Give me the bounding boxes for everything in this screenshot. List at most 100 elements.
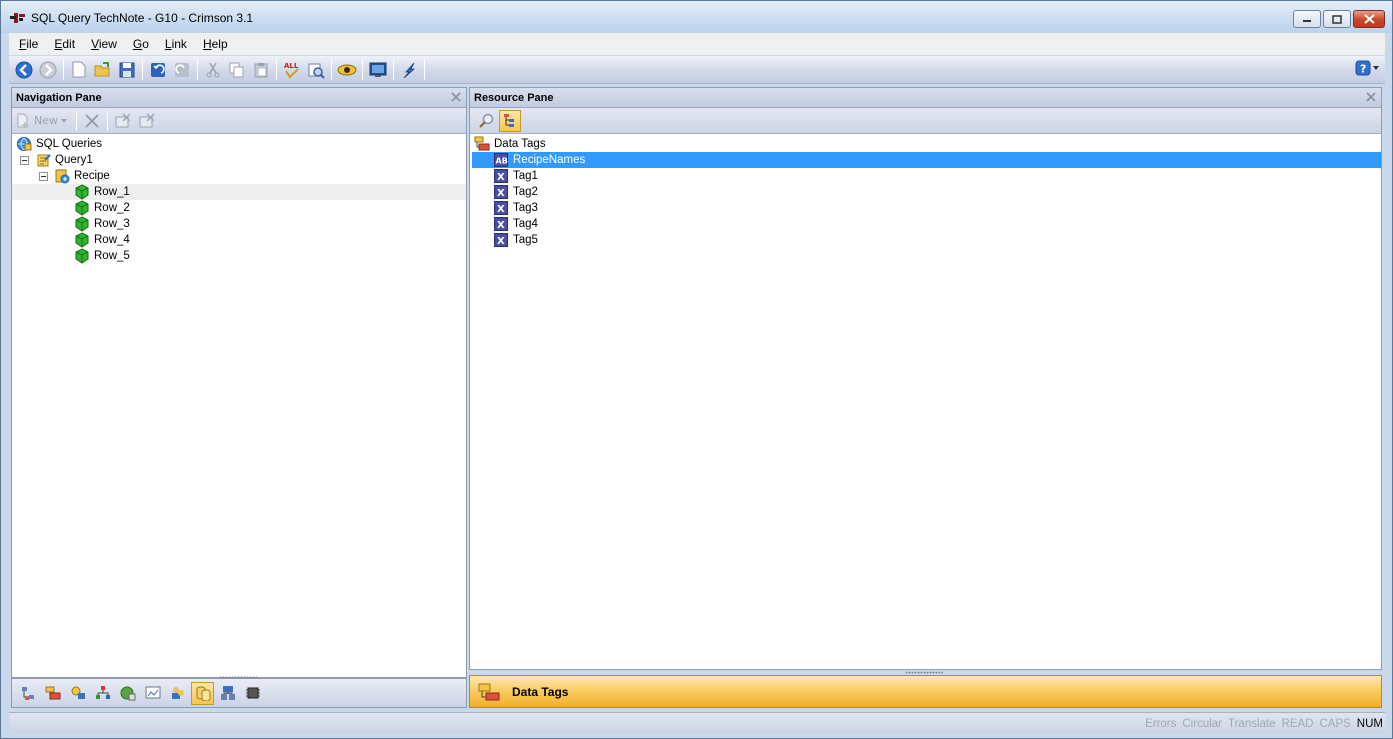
minimize-button[interactable]	[1293, 10, 1321, 28]
menu-view[interactable]: View	[83, 37, 125, 51]
resource-splitter-grip[interactable]	[905, 671, 943, 674]
title-bar: SQL Query TechNote - G10 - Crimson 3.1	[1, 1, 1392, 33]
status-errors[interactable]: Errors	[1145, 718, 1176, 730]
expand-all-button[interactable]	[136, 110, 158, 132]
redo-button[interactable]	[171, 59, 193, 81]
menu-edit[interactable]: Edit	[46, 37, 83, 51]
category-modules-button[interactable]	[241, 682, 264, 705]
svg-text:X: X	[497, 204, 505, 215]
tree-node-tag1[interactable]: X Tag1	[493, 168, 538, 184]
svg-text:AB: AB	[496, 157, 508, 166]
resource-search-button[interactable]	[475, 110, 497, 132]
tree-node-row-5[interactable]: Row_5	[74, 248, 130, 264]
status-caps: CAPS	[1319, 717, 1351, 730]
category-comms-button[interactable]	[16, 682, 39, 705]
category-security-button[interactable]	[116, 682, 139, 705]
numeric-tag-icon: X	[493, 216, 509, 232]
toolbar-separator	[393, 59, 394, 80]
link-send-button[interactable]	[398, 59, 420, 81]
category-display-pages-button[interactable]	[141, 682, 164, 705]
resource-category-button[interactable]: Data Tags	[469, 675, 1382, 708]
communications-icon	[21, 687, 34, 700]
tree-node-tag4[interactable]: X Tag4	[493, 216, 538, 232]
undo-button[interactable]	[147, 59, 169, 81]
resource-toolbar	[470, 108, 1381, 134]
new-item-button[interactable]: New	[16, 113, 67, 129]
svg-text:?: ?	[1360, 63, 1366, 76]
crimson-app-icon	[10, 13, 25, 23]
tree-node-query1[interactable]: Query1	[20, 152, 93, 168]
menu-link[interactable]: Link	[157, 37, 195, 51]
tree-node-row-3[interactable]: Row_3	[74, 216, 130, 232]
tree-node-label: Query1	[55, 154, 93, 166]
toolbar-separator	[424, 59, 425, 80]
svg-text:X: X	[497, 188, 505, 199]
find-button[interactable]	[305, 59, 327, 81]
help-dropdown-button[interactable]: ?	[1355, 60, 1379, 76]
expand-tree-icon	[139, 113, 155, 127]
new-file-button[interactable]	[68, 59, 90, 81]
tree-node-tag2[interactable]: X Tag2	[493, 184, 538, 200]
tree-node-row-4[interactable]: Row_4	[74, 232, 130, 248]
close-pane-icon[interactable]	[1365, 91, 1377, 103]
resource-category-label: Data Tags	[512, 684, 569, 699]
tree-node-row-2[interactable]: Row_2	[74, 200, 130, 216]
open-file-button[interactable]	[92, 59, 114, 81]
collapse-toggle[interactable]	[20, 155, 29, 165]
status-circular[interactable]: Circular	[1182, 718, 1222, 730]
tree-node-label: Tag3	[513, 202, 538, 214]
resource-tree-view-button[interactable]	[499, 109, 521, 132]
tree-node-tag5[interactable]: X Tag5	[493, 232, 538, 248]
paste-button[interactable]	[250, 59, 272, 81]
close-button[interactable]	[1353, 10, 1385, 28]
tree-node-sql-queries[interactable]: SQL Queries	[16, 136, 102, 152]
toolbar-separator	[142, 59, 143, 80]
app-window: SQL Query TechNote - G10 - Crimson 3.1 F…	[0, 0, 1393, 739]
toolbar-separator	[107, 110, 108, 131]
copy-button[interactable]	[226, 59, 248, 81]
programs-icon	[71, 686, 85, 699]
collapse-toggle[interactable]	[39, 171, 48, 181]
tree-node-recipe[interactable]: Recipe	[39, 168, 110, 184]
delete-item-button[interactable]	[81, 110, 103, 132]
maximize-button[interactable]	[1323, 10, 1351, 28]
open-folder-icon	[94, 61, 110, 76]
green-cube-icon	[74, 184, 90, 200]
cut-button[interactable]	[202, 59, 224, 81]
category-sql-queries-button[interactable]	[191, 681, 214, 705]
category-users-button[interactable]	[166, 682, 189, 705]
category-logic-button[interactable]	[91, 682, 114, 705]
tree-node-tag3[interactable]: X Tag3	[493, 200, 538, 216]
web-server-icon	[220, 686, 235, 700]
tree-node-label: Tag1	[513, 170, 538, 182]
tree-node-label: Row_3	[94, 218, 130, 230]
window-title: SQL Query TechNote - G10 - Crimson 3.1	[31, 11, 254, 25]
navigation-pane-header: Navigation Pane	[12, 88, 466, 108]
forward-arrow-icon	[39, 61, 57, 78]
spell-check-button[interactable]: ALL	[281, 59, 303, 81]
save-disk-icon	[119, 62, 135, 77]
category-programs-button[interactable]	[66, 682, 89, 705]
menu-go[interactable]: Go	[125, 37, 157, 51]
monitor-icon	[369, 62, 387, 77]
menu-help[interactable]: Help	[195, 37, 236, 51]
tree-node-recipe-names[interactable]: AB RecipeNames	[493, 152, 585, 168]
tree-node-data-tags[interactable]: Data Tags	[474, 136, 546, 152]
back-button[interactable]	[13, 59, 35, 81]
status-translate[interactable]: Translate	[1228, 718, 1276, 730]
watch-button[interactable]	[336, 59, 358, 81]
forward-button[interactable]	[37, 59, 59, 81]
collapse-all-button[interactable]	[112, 110, 134, 132]
resource-pane: Resource Pane Data Tags AB RecipeNames X…	[469, 87, 1382, 670]
svg-text:ALL: ALL	[284, 62, 299, 70]
numeric-tag-icon: X	[493, 184, 509, 200]
close-pane-icon[interactable]	[450, 91, 462, 103]
display-button[interactable]	[367, 59, 389, 81]
sql-globe-icon	[16, 136, 32, 152]
tree-node-row-1[interactable]: Row_1	[74, 184, 130, 200]
category-web-server-button[interactable]	[216, 682, 239, 705]
data-tags-folder-icon	[474, 136, 490, 152]
save-button[interactable]	[116, 59, 138, 81]
menu-file[interactable]: File	[11, 37, 46, 51]
category-data-tags-button[interactable]	[41, 682, 64, 705]
